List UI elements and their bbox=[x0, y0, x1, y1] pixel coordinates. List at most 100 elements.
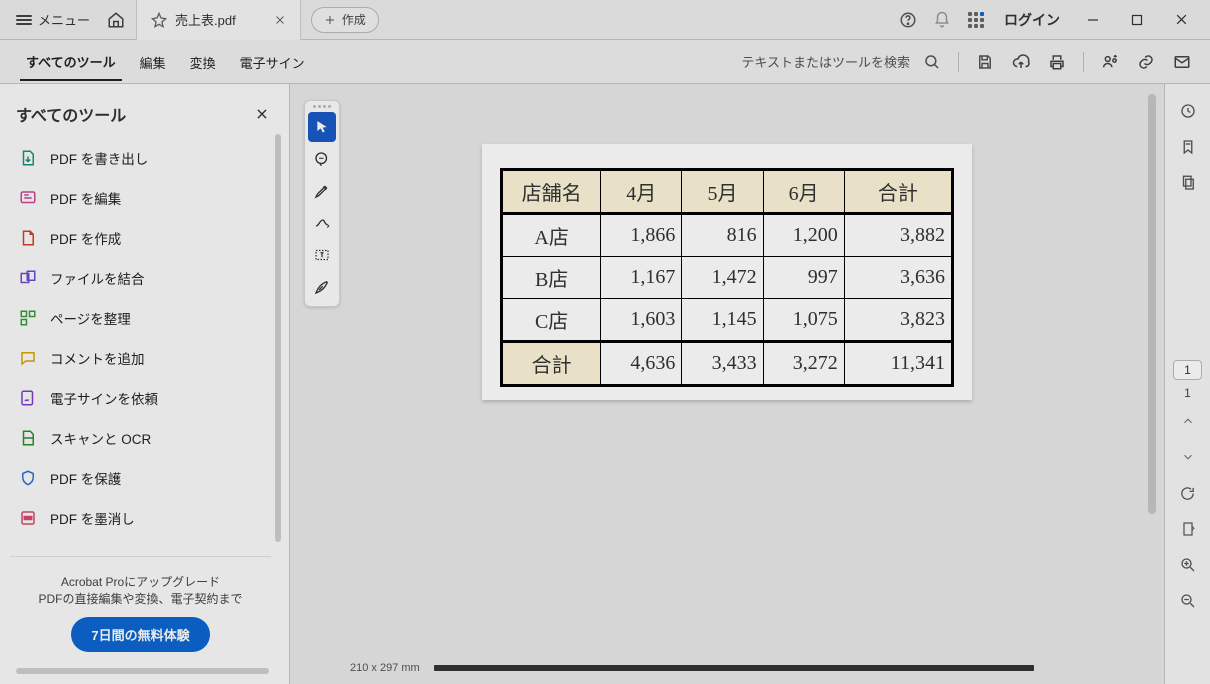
tool-organize-pages[interactable]: ページを整理 bbox=[0, 298, 277, 338]
tab-all-tools[interactable]: すべてのツール bbox=[20, 42, 122, 81]
free-trial-button[interactable]: 7日間の無料体験 bbox=[71, 617, 209, 652]
tool-label: PDF を墨消し bbox=[50, 508, 135, 528]
tool-label: コメントを追加 bbox=[50, 348, 145, 368]
menu-button[interactable]: メニュー bbox=[8, 6, 98, 33]
login-button[interactable]: ログイン bbox=[994, 10, 1070, 30]
panel-scrollbar[interactable] bbox=[16, 668, 269, 674]
plus-icon bbox=[324, 14, 336, 26]
signature-icon bbox=[18, 388, 38, 408]
cell-grand-total: 11,341 bbox=[844, 342, 952, 386]
apps-icon bbox=[968, 12, 984, 28]
share-people-icon bbox=[1100, 53, 1120, 71]
tool-label: PDF を書き出し bbox=[50, 148, 148, 168]
comment-tool-button[interactable] bbox=[308, 144, 336, 174]
tool-label: PDF を保護 bbox=[50, 468, 121, 488]
print-button[interactable] bbox=[1041, 46, 1073, 78]
tool-redact-pdf[interactable]: PDF を墨消し bbox=[0, 498, 277, 538]
redact-icon bbox=[18, 508, 38, 528]
highlight-tool-button[interactable] bbox=[308, 176, 336, 206]
combine-icon bbox=[18, 268, 38, 288]
upgrade-line2: PDFの直接編集や変換、電子契約まで bbox=[22, 590, 259, 607]
tool-export-pdf[interactable]: PDF を書き出し bbox=[0, 138, 277, 178]
page-up-button[interactable] bbox=[1172, 406, 1204, 436]
help-button[interactable] bbox=[892, 4, 924, 36]
tool-add-comment[interactable]: コメントを追加 bbox=[0, 338, 277, 378]
page-down-button[interactable] bbox=[1172, 442, 1204, 472]
panel-close-button[interactable] bbox=[255, 107, 269, 121]
cloud-upload-icon bbox=[1011, 53, 1031, 71]
document-scrollbar[interactable] bbox=[1148, 94, 1156, 514]
cell-total: 3,636 bbox=[844, 257, 952, 299]
tool-protect-pdf[interactable]: PDF を保護 bbox=[0, 458, 277, 498]
search-icon bbox=[923, 53, 941, 71]
bell-icon bbox=[933, 11, 951, 29]
comment-icon bbox=[18, 348, 38, 368]
document-viewport[interactable]: 店舗名 4月 5月 6月 合計 A店 1,866 816 1,200 3,882 bbox=[290, 84, 1164, 684]
cell-apr: 1,603 bbox=[601, 299, 682, 342]
speech-bubble-icon bbox=[313, 150, 331, 168]
tab-filename: 売上表.pdf bbox=[175, 10, 236, 29]
tab-esign[interactable]: 電子サイン bbox=[234, 43, 311, 80]
export-icon bbox=[18, 148, 38, 168]
zoom-slider[interactable] bbox=[434, 665, 1034, 671]
email-button[interactable] bbox=[1166, 46, 1198, 78]
panel-history-icon bbox=[1179, 102, 1197, 120]
cursor-icon bbox=[314, 118, 330, 136]
divider bbox=[958, 52, 959, 72]
notifications-button[interactable] bbox=[926, 4, 958, 36]
window-maximize-button[interactable] bbox=[1116, 0, 1158, 40]
context-pane-button[interactable] bbox=[1172, 96, 1204, 126]
zoom-out-button[interactable] bbox=[1172, 586, 1204, 616]
search-button[interactable] bbox=[916, 46, 948, 78]
right-rail: 1 1 bbox=[1164, 84, 1210, 684]
tool-create-pdf[interactable]: PDF を作成 bbox=[0, 218, 277, 258]
apps-button[interactable] bbox=[960, 4, 992, 36]
home-button[interactable] bbox=[100, 4, 132, 36]
textbox-tool-button[interactable] bbox=[308, 240, 336, 270]
tool-combine-files[interactable]: ファイルを結合 bbox=[0, 258, 277, 298]
minimize-icon bbox=[1087, 14, 1099, 26]
close-icon bbox=[255, 107, 269, 121]
pages-icon bbox=[1179, 174, 1197, 192]
create-new-button[interactable]: 作成 bbox=[311, 7, 379, 33]
maximize-icon bbox=[1131, 14, 1143, 26]
tab-edit[interactable]: 編集 bbox=[134, 43, 172, 80]
select-tool-button[interactable] bbox=[308, 112, 336, 142]
hamburger-icon bbox=[16, 15, 32, 25]
bookmarks-button[interactable] bbox=[1172, 132, 1204, 162]
share-link-button[interactable] bbox=[1094, 46, 1126, 78]
tab-close-button[interactable] bbox=[274, 14, 286, 26]
thumbnails-button[interactable] bbox=[1172, 168, 1204, 198]
tool-label: ページを整理 bbox=[50, 308, 131, 328]
tool-scan-ocr[interactable]: スキャンと OCR bbox=[0, 418, 277, 458]
highlighter-icon bbox=[313, 182, 331, 200]
upgrade-line1: Acrobat Proにアップグレード bbox=[22, 573, 259, 590]
cloud-upload-button[interactable] bbox=[1005, 46, 1037, 78]
all-tools-panel: すべてのツール PDF を書き出し PDF を編集 PDF を作成 ファイルを結… bbox=[0, 84, 290, 684]
grip-icon[interactable] bbox=[313, 105, 331, 108]
tool-list[interactable]: PDF を書き出し PDF を編集 PDF を作成 ファイルを結合 ページを整理… bbox=[0, 134, 277, 542]
cell-jun: 1,075 bbox=[763, 299, 844, 342]
secondary-toolbar: すべてのツール 編集 変換 電子サイン テキストまたはツールを検索 bbox=[0, 40, 1210, 84]
th-apr: 4月 bbox=[601, 170, 682, 214]
print-icon bbox=[1048, 53, 1066, 71]
cell-apr-total: 4,636 bbox=[601, 342, 682, 386]
document-tab[interactable]: 売上表.pdf bbox=[136, 0, 301, 40]
window-close-button[interactable] bbox=[1160, 0, 1202, 40]
link-button[interactable] bbox=[1130, 46, 1162, 78]
zoom-in-button[interactable] bbox=[1172, 550, 1204, 580]
tab-convert[interactable]: 変換 bbox=[184, 43, 222, 80]
draw-tool-button[interactable] bbox=[308, 208, 336, 238]
tool-label: 電子サインを依頼 bbox=[50, 388, 158, 408]
rotate-button[interactable] bbox=[1172, 478, 1204, 508]
page-display-button[interactable] bbox=[1172, 514, 1204, 544]
tool-edit-pdf[interactable]: PDF を編集 bbox=[0, 178, 277, 218]
star-icon[interactable] bbox=[151, 12, 167, 28]
page-number-input[interactable]: 1 bbox=[1173, 360, 1202, 380]
save-button[interactable] bbox=[969, 46, 1001, 78]
cell-jun: 1,200 bbox=[763, 214, 844, 257]
sign-tool-button[interactable] bbox=[308, 272, 336, 302]
window-minimize-button[interactable] bbox=[1072, 0, 1114, 40]
tool-request-signature[interactable]: 電子サインを依頼 bbox=[0, 378, 277, 418]
quick-tools-strip bbox=[304, 100, 340, 307]
